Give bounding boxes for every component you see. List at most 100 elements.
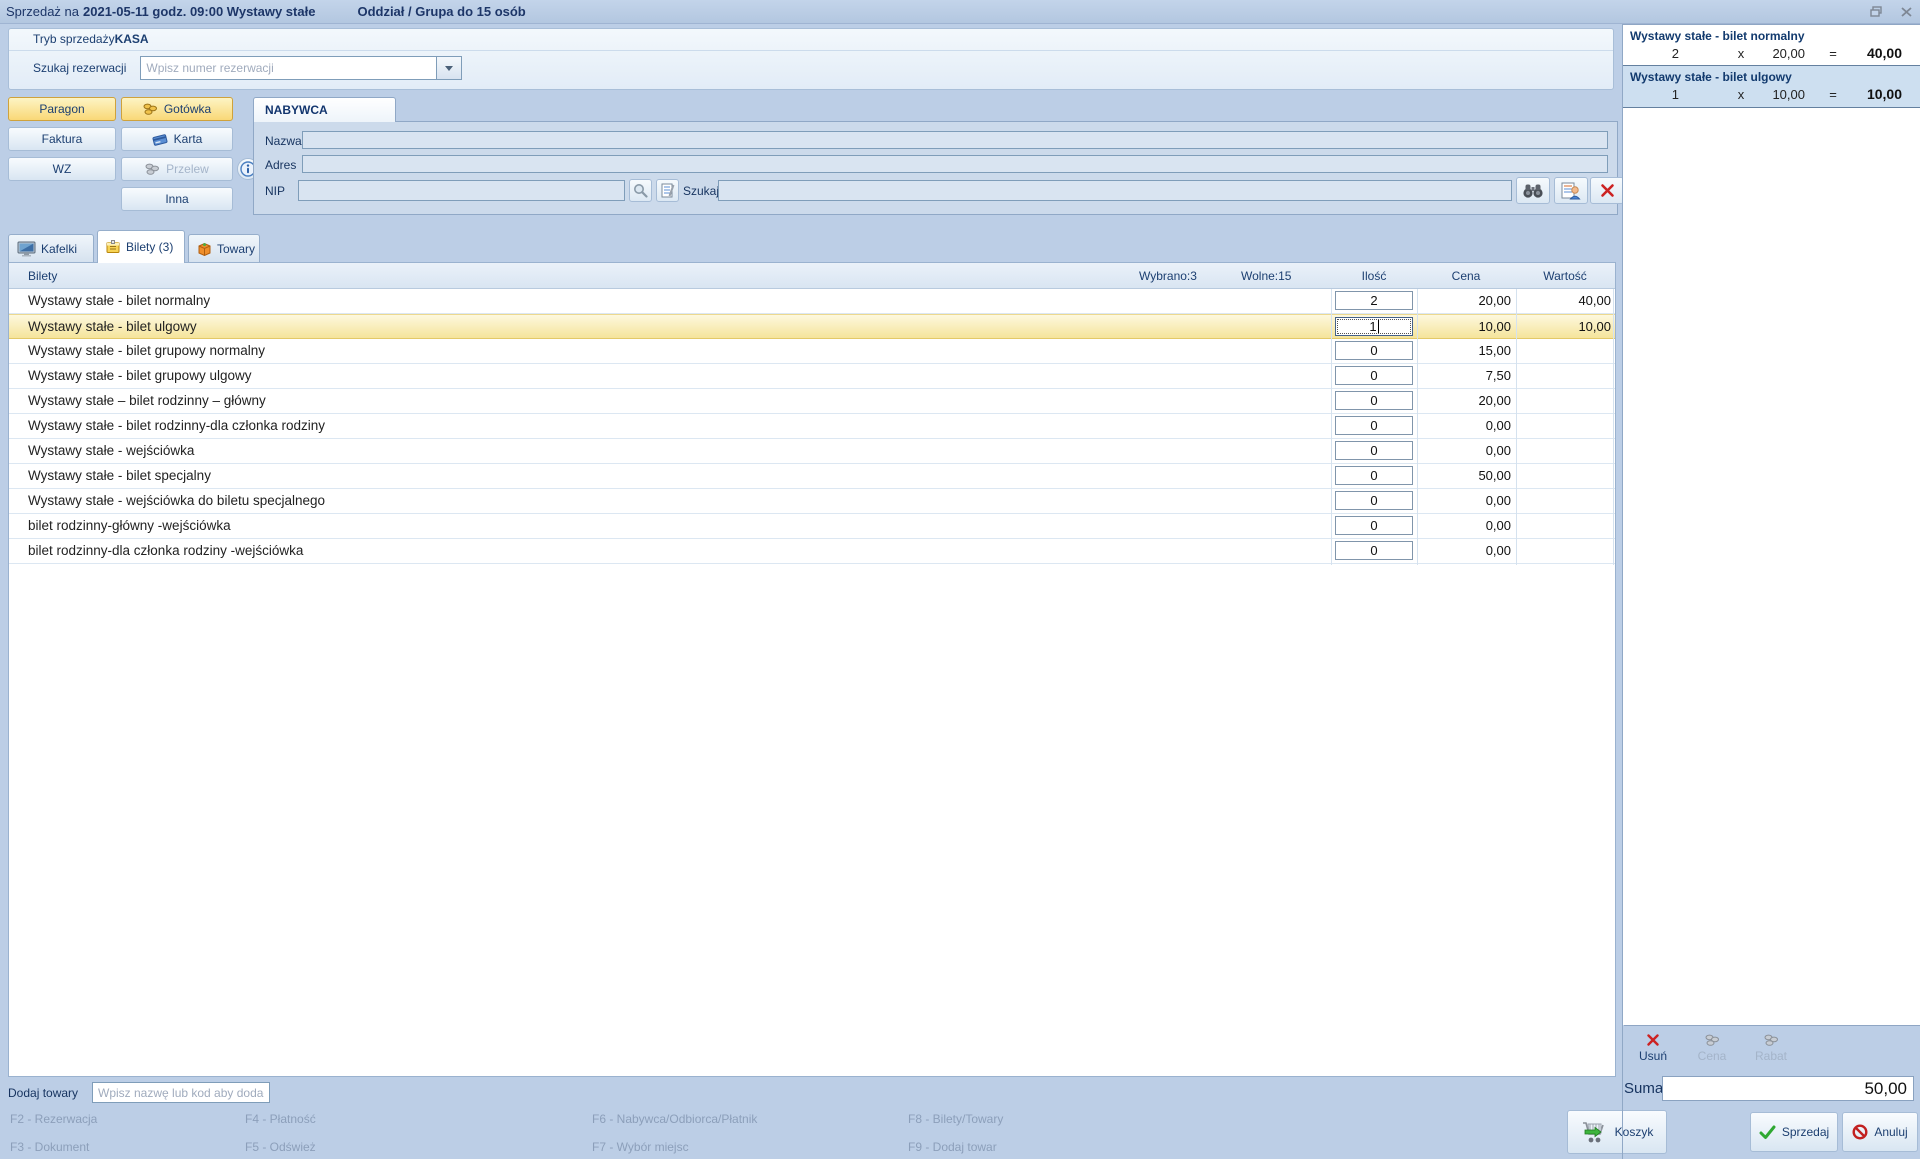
ticket-table: Bilety Wybrano:3 Wolne:15 Ilość Cena War…	[8, 262, 1616, 1077]
ticket-quantity-input[interactable]: 0	[1335, 391, 1413, 410]
ticket-row[interactable]: Wystawy stałe - bilet ulgowy 1 10,00 10,…	[9, 314, 1615, 339]
payment-type-label: Gotówka	[164, 102, 211, 116]
document-icon	[661, 183, 675, 198]
cart-item-name: Wystawy stałe - bilet ulgowy	[1630, 70, 1792, 84]
sale-mode-header: Tryb sprzedażyKASA	[9, 29, 1613, 51]
cart-item-name: Wystawy stałe - bilet normalny	[1630, 29, 1805, 43]
buyer-contacts-button[interactable]	[1554, 177, 1588, 204]
ticket-price: 0,00	[1421, 443, 1511, 458]
add-product-label: Dodaj towary	[8, 1086, 78, 1100]
close-window-icon[interactable]	[1898, 4, 1914, 19]
ticket-quantity-input[interactable]: 2	[1335, 291, 1413, 310]
buyer-address-input[interactable]	[302, 155, 1608, 173]
ticket-row[interactable]: bilet rodzinny-dla członka rodziny -wejś…	[9, 539, 1615, 564]
ticket-price: 20,00	[1421, 293, 1511, 308]
document-type-button-wz[interactable]: WZ	[8, 157, 116, 181]
restore-window-icon[interactable]	[1868, 4, 1884, 19]
reservation-dropdown-button[interactable]	[436, 56, 462, 80]
cart-actions-divider	[1624, 1025, 1920, 1026]
ticket-quantity-input[interactable]: 0	[1335, 416, 1413, 435]
cart-item-price: 10,00	[1735, 87, 1805, 102]
text-caret	[1378, 320, 1379, 333]
ticket-quantity-input[interactable]: 0	[1335, 516, 1413, 535]
buyer-search-input[interactable]	[718, 180, 1512, 201]
document-type-button-paragon[interactable]: Paragon	[8, 97, 116, 121]
cart-item[interactable]: Wystawy stałe - bilet ulgowy 1 x 10,00 =…	[1623, 66, 1920, 108]
ticket-row[interactable]: Wystawy stałe - bilet grupowy normalny 0…	[9, 339, 1615, 364]
cart-action-label: Cena	[1698, 1049, 1727, 1063]
payment-type-button-karta[interactable]: Karta	[121, 127, 233, 151]
cart-item[interactable]: Wystawy stałe - bilet normalny 2 x 20,00…	[1623, 24, 1920, 66]
buyer-name-input[interactable]	[302, 131, 1608, 149]
nip-search-button[interactable]	[629, 179, 652, 202]
cart-action-label: Rabat	[1755, 1049, 1787, 1063]
coins-icon	[143, 103, 158, 116]
ticket-row[interactable]: Wystawy stałe - bilet grupowy ulgowy 0 7…	[9, 364, 1615, 389]
contact-card-icon	[1561, 182, 1581, 200]
cart-action-label: Usuń	[1639, 1049, 1667, 1063]
buyer-nip-input[interactable]	[298, 180, 625, 201]
sale-mode-panel: Tryb sprzedażyKASA Szukaj rezerwacji	[8, 28, 1614, 90]
ticket-row[interactable]: Wystawy stałe – bilet rodzinny – główny …	[9, 389, 1615, 414]
ticket-name: Wystawy stałe - wejściówka do biletu spe…	[28, 493, 325, 508]
buyer-clear-button[interactable]	[1590, 177, 1624, 204]
cancel-icon	[1852, 1124, 1868, 1140]
tab-label: Kafelki	[41, 242, 77, 256]
ticket-row[interactable]: bilet rodzinny-główny -wejściówka 0 0,00	[9, 514, 1615, 539]
tab-towary[interactable]: Towary	[188, 234, 260, 262]
buyer-tab[interactable]: NABYWCA	[253, 97, 396, 122]
ticket-name: Wystawy stałe - bilet normalny	[28, 293, 210, 308]
tab-kafelki[interactable]: Kafelki	[8, 234, 94, 262]
tab-bilety-3-[interactable]: Bilety (3)	[97, 230, 185, 263]
cart-action-usuń[interactable]: Usuń	[1625, 1028, 1681, 1068]
ticket-name: bilet rodzinny-dla członka rodziny -wejś…	[28, 543, 303, 558]
cart-action-cena: Cena	[1684, 1028, 1740, 1068]
search-icon	[633, 183, 648, 198]
ticket-row[interactable]: Wystawy stałe - wejściówka 0 0,00	[9, 439, 1615, 464]
pos-window: Sprzedaż na 2021-05-11 godz. 09:00 Wysta…	[0, 0, 1920, 1159]
nip-registry-button[interactable]	[656, 179, 679, 202]
ticket-quantity-input[interactable]: 0	[1335, 491, 1413, 510]
ticket-row[interactable]: Wystawy stałe - wejściówka do biletu spe…	[9, 489, 1615, 514]
buyer-address-label: Adres	[265, 158, 296, 172]
payment-type-label: Inna	[165, 192, 188, 206]
ticket-quantity-input[interactable]: 1	[1335, 317, 1413, 336]
cancel-button[interactable]: Anuluj	[1842, 1112, 1918, 1152]
column-separator	[1613, 289, 1614, 565]
coins-icon	[1705, 1034, 1720, 1047]
ticket-row[interactable]: Wystawy stałe - bilet specjalny 0 50,00	[9, 464, 1615, 489]
document-type-button-faktura[interactable]: Faktura	[8, 127, 116, 151]
ticket-row[interactable]: Wystawy stałe - bilet normalny 2 20,00 4…	[9, 289, 1615, 314]
fkey-hint-f3: F3 - Dokument	[10, 1140, 89, 1154]
ticket-price: 0,00	[1421, 543, 1511, 558]
suma-value: 50,00	[1662, 1076, 1914, 1101]
document-type-label: WZ	[53, 162, 72, 176]
coins-icon	[145, 163, 160, 176]
buyer-find-button[interactable]	[1516, 177, 1550, 204]
ticket-table-header: Bilety Wybrano:3 Wolne:15 Ilość Cena War…	[9, 263, 1615, 289]
add-product-input[interactable]	[92, 1082, 270, 1103]
sell-button[interactable]: Sprzedaj	[1750, 1112, 1838, 1152]
clear-x-icon	[1600, 183, 1615, 198]
payment-type-button-przelew[interactable]: Przelew	[121, 157, 233, 181]
check-icon	[1759, 1125, 1776, 1140]
ticket-value: 40,00	[1519, 293, 1611, 308]
ticket-name: Wystawy stałe - bilet grupowy ulgowy	[28, 368, 251, 383]
cart-list: Wystawy stałe - bilet normalny 2 x 20,00…	[1623, 24, 1920, 1025]
ticket-quantity-input[interactable]: 0	[1335, 441, 1413, 460]
ticket-quantity-input[interactable]: 0	[1335, 366, 1413, 385]
payment-type-button-gotówka[interactable]: Gotówka	[121, 97, 233, 121]
ticket-price: 0,00	[1421, 518, 1511, 533]
binoculars-icon	[1522, 183, 1544, 199]
basket-button[interactable]: Koszyk	[1567, 1110, 1667, 1154]
ticket-quantity-input[interactable]: 0	[1335, 341, 1413, 360]
buyer-search-label: Szukaj	[683, 184, 719, 198]
payment-type-label: Karta	[174, 132, 203, 146]
ticket-row[interactable]: Wystawy stałe - bilet rodzinny-dla człon…	[9, 414, 1615, 439]
reservation-search-input[interactable]	[140, 56, 436, 80]
ticket-quantity-input[interactable]: 0	[1335, 541, 1413, 560]
payment-type-button-inna[interactable]: Inna	[121, 187, 233, 211]
ticket-quantity-input[interactable]: 0	[1335, 466, 1413, 485]
qty-header: Ilość	[1335, 269, 1413, 283]
ticket-name: Wystawy stałe - wejściówka	[28, 443, 194, 458]
